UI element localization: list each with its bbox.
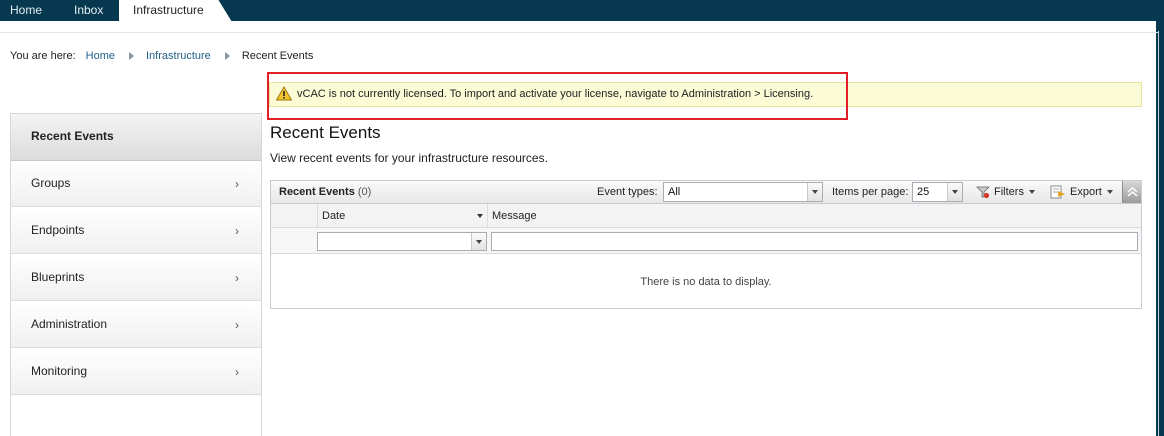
items-per-page-value: 25 xyxy=(917,186,930,198)
caret-down-icon xyxy=(1028,190,1035,194)
grid-column-header-row: Date Message xyxy=(271,204,1141,228)
column-header-date[interactable]: Date xyxy=(317,204,487,228)
column-header-label: Message xyxy=(492,210,537,222)
chevron-right-icon: › xyxy=(235,365,239,379)
event-types-select[interactable]: All xyxy=(663,182,823,202)
sidebar-item-administration[interactable]: Administration › xyxy=(11,302,261,348)
sidebar-item-blueprints[interactable]: Blueprints › xyxy=(11,255,261,301)
column-header-label: Date xyxy=(322,210,346,222)
breadcrumb-current: Recent Events xyxy=(241,50,314,62)
chevron-down-icon[interactable] xyxy=(947,183,962,201)
tab-infrastructure[interactable]: Infrastructure xyxy=(119,0,232,22)
chevron-right-icon: › xyxy=(235,177,239,191)
breadcrumb: You are here: Home Infrastructure Recent… xyxy=(10,49,313,63)
grid-filter-row xyxy=(271,228,1141,254)
sidebar-header[interactable]: Recent Events xyxy=(11,114,261,161)
chevron-right-icon: › xyxy=(235,271,239,285)
grid-count: (0) xyxy=(357,186,372,198)
sidebar-item-monitoring[interactable]: Monitoring › xyxy=(11,349,261,395)
breadcrumb-prefix: You are here: xyxy=(10,50,76,62)
filters-button[interactable]: Filters xyxy=(976,185,1035,199)
filters-label: Filters xyxy=(994,186,1024,198)
window-frame-divider xyxy=(1158,31,1159,436)
sidebar-item-label: Groups xyxy=(31,176,71,190)
grid-title-label: Recent Events xyxy=(279,186,355,198)
events-grid: Recent Events (0) Event types: All Items… xyxy=(270,180,1142,309)
tab-home[interactable]: Home xyxy=(10,0,42,21)
warning-highlight-box xyxy=(267,72,848,120)
sidebar-header-label: Recent Events xyxy=(31,129,114,143)
message-filter-input[interactable] xyxy=(491,232,1138,251)
breadcrumb-infrastructure-link[interactable]: Infrastructure xyxy=(146,50,211,62)
double-chevron-up-icon xyxy=(1127,186,1138,197)
sidebar-item-label: Endpoints xyxy=(31,223,85,237)
sidebar-item-label: Blueprints xyxy=(31,270,85,284)
breadcrumb-separator-icon xyxy=(129,52,134,60)
items-per-page-label: Items per page: xyxy=(832,186,909,198)
grid-title: Recent Events (0) xyxy=(279,186,371,198)
chevron-right-icon: › xyxy=(235,318,239,332)
chevron-down-icon[interactable] xyxy=(807,183,822,201)
sort-down-icon xyxy=(477,214,483,218)
grid-toolbar: Recent Events (0) Event types: All Items… xyxy=(271,181,1141,204)
export-button[interactable]: Export xyxy=(1050,185,1113,199)
event-types-label: Event types: xyxy=(597,186,658,198)
breadcrumb-separator-icon xyxy=(224,52,230,60)
sidebar-item-label: Administration xyxy=(31,317,108,331)
sidebar: Recent Events Groups › Endpoints › Bluep… xyxy=(10,113,262,436)
top-nav-bar: Home Inbox Infrastructure xyxy=(0,0,1164,22)
sidebar-item-endpoints[interactable]: Endpoints › xyxy=(11,208,261,254)
sidebar-item-groups[interactable]: Groups › xyxy=(11,161,261,207)
header-divider xyxy=(0,32,1158,33)
grid-row-selector-header xyxy=(271,204,317,228)
collapse-grid-button[interactable] xyxy=(1122,181,1141,203)
column-header-message[interactable]: Message xyxy=(487,204,1141,228)
date-filter-input[interactable] xyxy=(317,232,487,251)
sidebar-item-label: Monitoring xyxy=(31,364,88,378)
caret-down-icon xyxy=(1106,190,1113,194)
export-icon xyxy=(1050,185,1065,199)
page-subtitle: View recent events for your infrastructu… xyxy=(270,151,548,165)
chevron-down-icon[interactable] xyxy=(471,233,486,250)
empty-grid-message: There is no data to display. xyxy=(640,276,772,288)
breadcrumb-home-link[interactable]: Home xyxy=(86,50,115,62)
page-title: Recent Events xyxy=(270,123,381,142)
export-label: Export xyxy=(1070,186,1102,198)
filter-icon xyxy=(976,186,990,199)
items-per-page-select[interactable]: 25 xyxy=(912,182,963,202)
event-types-value: All xyxy=(668,186,681,198)
tab-inbox[interactable]: Inbox xyxy=(74,0,103,21)
chevron-right-icon: › xyxy=(235,224,239,238)
